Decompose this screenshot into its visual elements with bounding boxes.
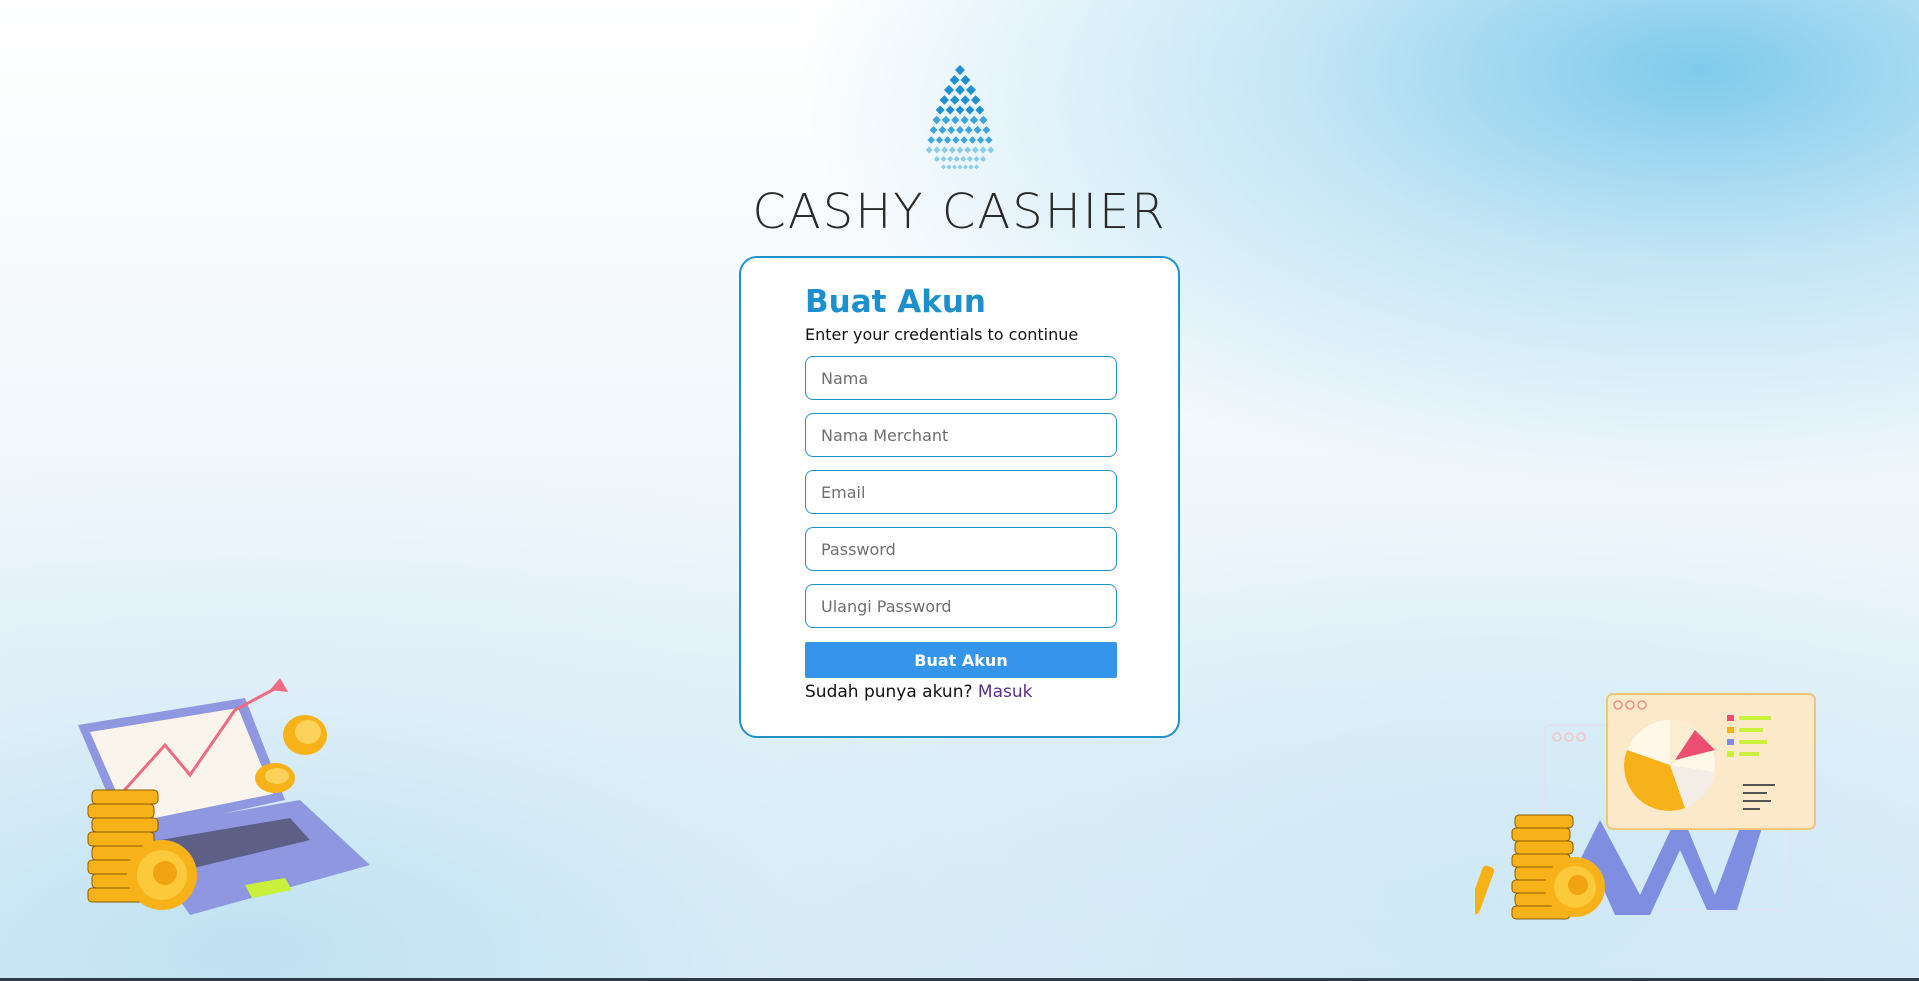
- signup-card: Buat Akun Enter your credentials to cont…: [739, 256, 1180, 738]
- brand-logo: CASHY CASHIER: [0, 64, 1919, 236]
- form-title: Buat Akun: [805, 284, 986, 320]
- name-input[interactable]: [805, 356, 1117, 401]
- laptop-coins-growth-illustration: [78, 678, 370, 915]
- confirm-password-input[interactable]: [805, 584, 1117, 629]
- email-input[interactable]: [805, 470, 1117, 515]
- login-prompt-line: Sudah punya akun? Masuk: [805, 682, 1117, 702]
- diamond-grid-logo-icon: [925, 65, 994, 170]
- brand-name: CASHY CASHIER: [752, 184, 1167, 240]
- password-input[interactable]: [805, 527, 1117, 572]
- create-account-button[interactable]: Buat Akun: [805, 642, 1117, 679]
- signup-form: Buat Akun Enter your credentials to cont…: [805, 284, 1117, 702]
- form-subtitle: Enter your credentials to continue: [805, 325, 1079, 345]
- login-link[interactable]: Masuk: [978, 682, 1033, 702]
- dashboard-chart-coins-illustration: [1475, 693, 1816, 920]
- merchant-name-input[interactable]: [805, 413, 1117, 458]
- login-prompt-text: Sudah punya akun?: [805, 682, 973, 703]
